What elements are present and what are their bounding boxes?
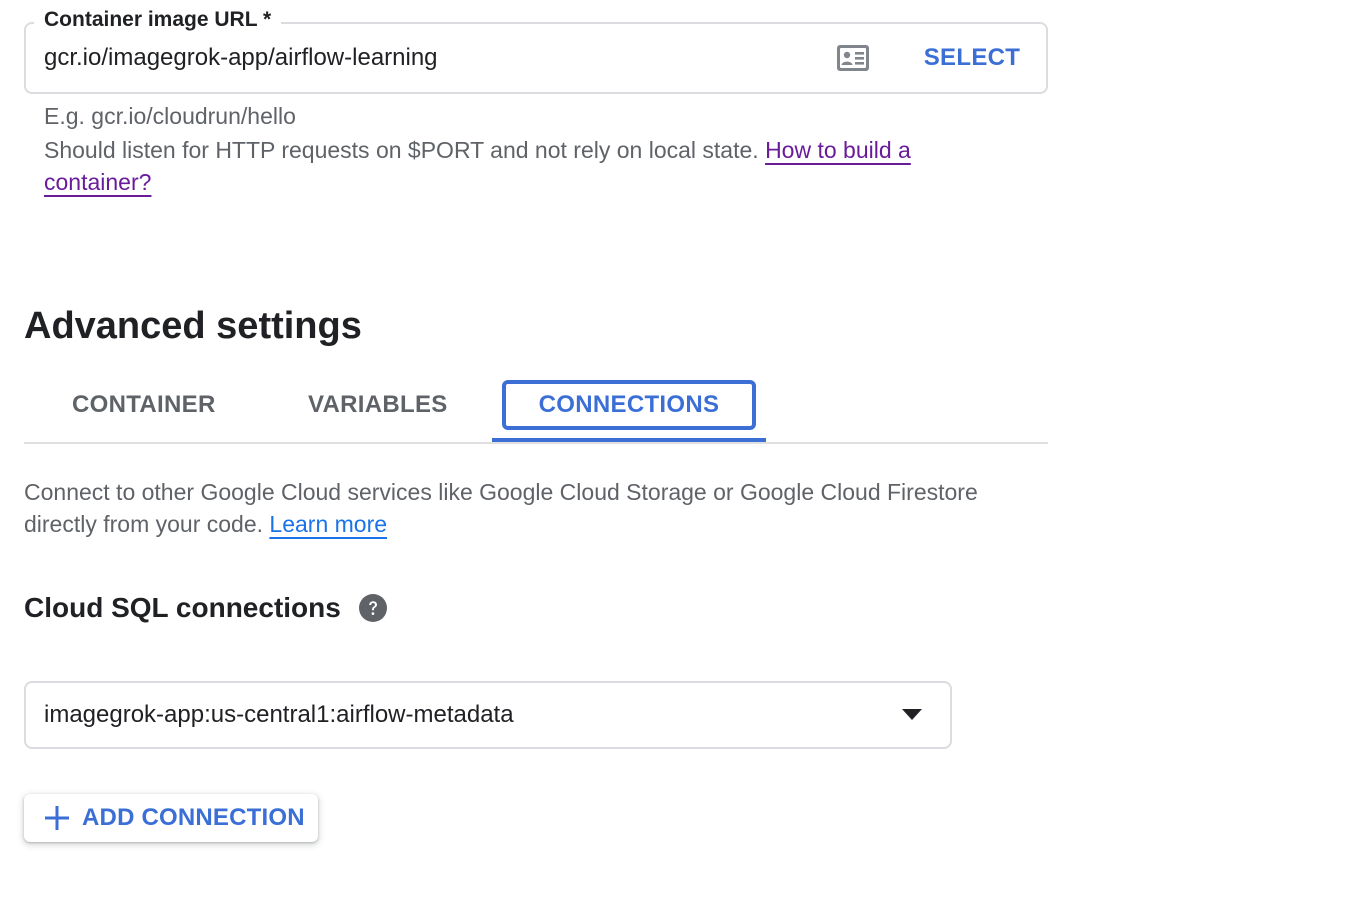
cloud-sql-connection-value: imagegrok-app:us-central1:airflow-metada… xyxy=(44,701,514,728)
tab-connections[interactable]: CONNECTIONS xyxy=(502,380,756,430)
container-image-help-text: Should listen for HTTP requests on $PORT… xyxy=(44,137,759,163)
cloud-sql-connections-header: Cloud SQL connections xyxy=(24,588,387,628)
add-connection-button[interactable]: ADD CONNECTION xyxy=(24,794,318,842)
help-circle-icon[interactable] xyxy=(358,594,387,622)
active-tab-indicator xyxy=(492,438,766,442)
tab-variables[interactable]: VARIABLES xyxy=(308,380,447,430)
advanced-settings-tabs: CONTAINER VARIABLES CONNECTIONS xyxy=(24,370,1048,444)
container-image-url-label: Container image URL * xyxy=(34,6,282,34)
connections-description-text: Connect to other Google Cloud services l… xyxy=(24,479,978,537)
container-image-example-hint: E.g. gcr.io/cloudrun/hello xyxy=(44,103,296,129)
connections-description: Connect to other Google Cloud services l… xyxy=(24,476,1034,540)
cloud-sql-connection-select[interactable]: imagegrok-app:us-central1:airflow-metada… xyxy=(24,681,952,749)
select-image-button[interactable]: SELECT xyxy=(914,38,1030,78)
container-image-help: Should listen for HTTP requests on $PORT… xyxy=(44,134,1004,198)
advanced-settings-title: Advanced settings xyxy=(24,305,362,347)
id-card-icon[interactable] xyxy=(836,44,870,72)
plus-icon xyxy=(45,806,69,830)
tab-container[interactable]: CONTAINER xyxy=(72,380,215,430)
learn-more-link[interactable]: Learn more xyxy=(269,511,387,537)
dropdown-arrow-icon[interactable] xyxy=(902,709,922,721)
container-image-url-input[interactable] xyxy=(44,42,804,74)
add-connection-label: ADD CONNECTION xyxy=(82,804,305,831)
cloud-sql-connections-title: Cloud SQL connections xyxy=(24,592,341,623)
